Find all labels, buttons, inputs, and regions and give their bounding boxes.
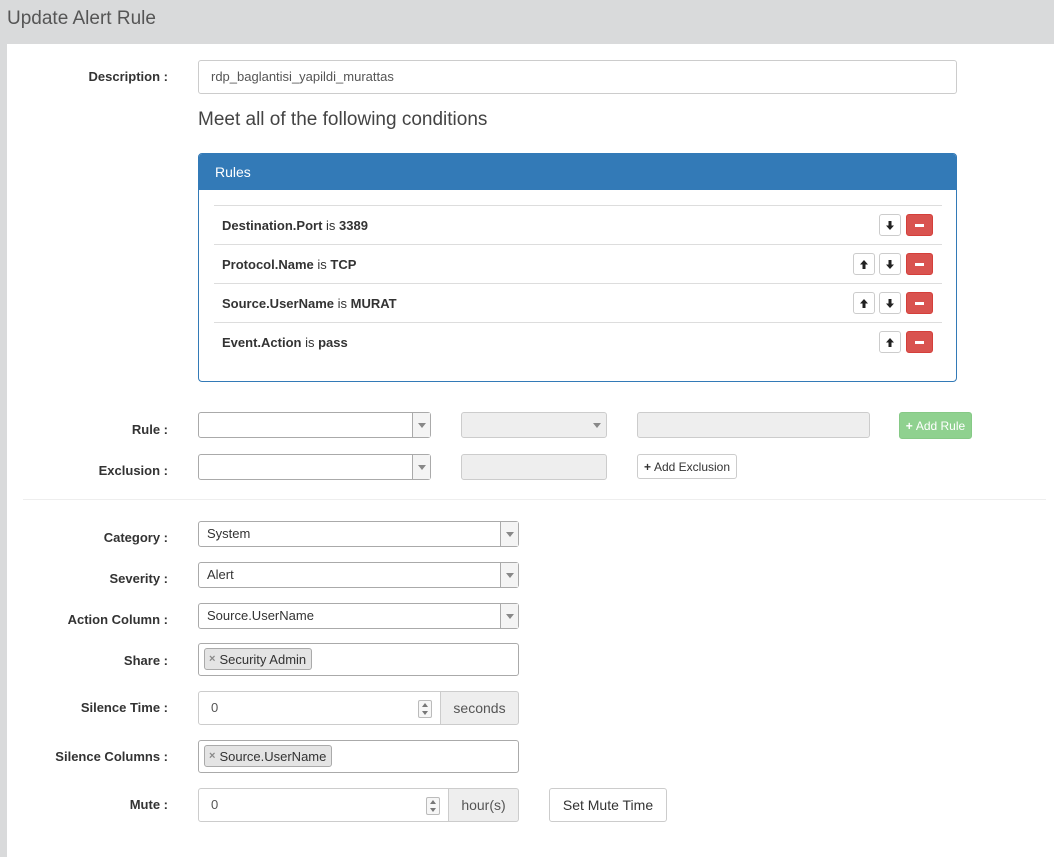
rule-row: Event.Action is pass	[214, 322, 942, 361]
minus-icon	[915, 301, 924, 305]
remove-rule-button[interactable]	[906, 214, 933, 236]
arrow-up-icon	[860, 259, 868, 269]
rule-operator: is	[317, 257, 327, 272]
minus-icon	[915, 340, 924, 344]
rule-row: Destination.Port is 3389	[214, 205, 942, 244]
add-rule-button[interactable]: + Add Rule	[899, 412, 972, 439]
description-input[interactable]: rdp_baglantisi_yapildi_murattas	[198, 60, 957, 94]
move-up-button[interactable]	[853, 292, 875, 314]
arrow-down-icon	[886, 298, 894, 308]
move-down-button[interactable]	[879, 214, 901, 236]
action-column-select[interactable]: Source.UserName	[198, 603, 519, 629]
silence-time-label: Silence Time :	[80, 700, 168, 715]
add-exclusion-button[interactable]: + Add Exclusion	[637, 454, 737, 479]
move-up-button[interactable]	[879, 331, 901, 353]
rule-value: TCP	[330, 257, 357, 272]
exclusion-value-input[interactable]	[461, 454, 607, 480]
mute-value: 0	[211, 797, 219, 812]
rule-field: Source.UserName	[222, 296, 334, 311]
silence-columns-tag-label: Source.UserName	[219, 748, 327, 764]
chevron-down-icon	[593, 422, 601, 428]
share-tag-label: Security Admin	[219, 651, 307, 667]
chevron-down-icon	[417, 422, 426, 428]
rule-field: Event.Action	[222, 335, 302, 350]
move-down-button[interactable]	[879, 253, 901, 275]
silence-columns-tag: × Source.UserName	[204, 745, 333, 767]
arrow-down-icon	[886, 259, 894, 269]
plus-icon: +	[643, 459, 651, 474]
action-column-value: Source.UserName	[207, 608, 314, 623]
rule-value: MURAT	[350, 296, 397, 311]
share-label: Share :	[123, 653, 168, 668]
mute-unit: hour(s)	[448, 788, 519, 822]
conditions-heading: Meet all of the following conditions	[198, 109, 488, 130]
rule-row: Protocol.Name is TCP	[214, 244, 942, 283]
silence-columns-label: Silence Columns :	[55, 749, 168, 764]
rules-panel-title: Rules	[199, 154, 956, 190]
share-tag: × Security Admin	[204, 648, 313, 670]
chevron-down-icon	[505, 613, 514, 619]
page-title: Update Alert Rule	[7, 8, 156, 29]
remove-rule-button[interactable]	[906, 331, 933, 353]
arrow-up-icon	[860, 298, 868, 308]
exclusion-label: Exclusion :	[98, 463, 168, 478]
severity-label: Severity :	[109, 571, 168, 586]
move-up-button[interactable]	[853, 253, 875, 275]
chevron-down-icon	[505, 531, 514, 537]
rule-operator: is	[305, 335, 315, 350]
remove-rule-button[interactable]	[906, 253, 933, 275]
category-label: Category :	[103, 530, 168, 545]
description-label: Description :	[88, 69, 168, 84]
rule-value-input[interactable]	[637, 412, 870, 438]
spinner-icon[interactable]	[418, 700, 432, 718]
add-exclusion-label: Add Exclusion	[653, 459, 731, 474]
mute-label: Mute :	[129, 797, 168, 812]
close-icon[interactable]: ×	[209, 653, 215, 665]
category-select[interactable]: System	[198, 521, 519, 547]
rule-field: Destination.Port	[222, 218, 323, 233]
mute-input[interactable]: 0	[198, 788, 449, 822]
silence-time-unit: seconds	[440, 691, 519, 725]
arrow-down-icon	[886, 220, 894, 230]
set-mute-time-button[interactable]: Set Mute Time	[549, 788, 667, 822]
severity-value: Alert	[207, 567, 234, 582]
rules-panel: Rules Destination.Port is 3389 Protocol.…	[198, 153, 957, 382]
rule-text: Protocol.Name is TCP	[222, 257, 356, 272]
rule-field: Protocol.Name	[222, 257, 314, 272]
rule-operator-select[interactable]	[461, 412, 607, 438]
exclusion-field-select[interactable]	[198, 454, 431, 480]
plus-icon: +	[905, 418, 913, 433]
remove-rule-button[interactable]	[906, 292, 933, 314]
silence-time-value: 0	[211, 700, 219, 715]
move-down-button[interactable]	[879, 292, 901, 314]
minus-icon	[915, 223, 924, 227]
category-value: System	[207, 526, 251, 541]
rule-text: Source.UserName is MURAT	[222, 296, 397, 311]
close-icon[interactable]: ×	[209, 750, 215, 762]
action-column-label: Action Column :	[67, 612, 168, 627]
rule-row: Source.UserName is MURAT	[214, 283, 942, 322]
spinner-icon[interactable]	[426, 797, 440, 815]
share-multiselect[interactable]: × Security Admin	[198, 643, 519, 676]
silence-time-input[interactable]: 0	[198, 691, 441, 725]
rule-operator: is	[326, 218, 336, 233]
rule-label: Rule :	[131, 422, 168, 437]
rule-value: 3389	[339, 218, 368, 233]
rule-operator: is	[337, 296, 348, 311]
rule-text: Destination.Port is 3389	[222, 218, 368, 233]
chevron-down-icon	[505, 572, 514, 578]
minus-icon	[915, 262, 924, 266]
divider	[23, 499, 1046, 500]
add-rule-label: Add Rule	[915, 418, 966, 433]
rule-text: Event.Action is pass	[222, 335, 348, 350]
silence-columns-multiselect[interactable]: × Source.UserName	[198, 740, 519, 773]
chevron-down-icon	[417, 464, 426, 470]
arrow-up-icon	[886, 337, 894, 347]
rule-value: pass	[318, 335, 348, 350]
rule-field-select[interactable]	[198, 412, 431, 438]
severity-select[interactable]: Alert	[198, 562, 519, 588]
